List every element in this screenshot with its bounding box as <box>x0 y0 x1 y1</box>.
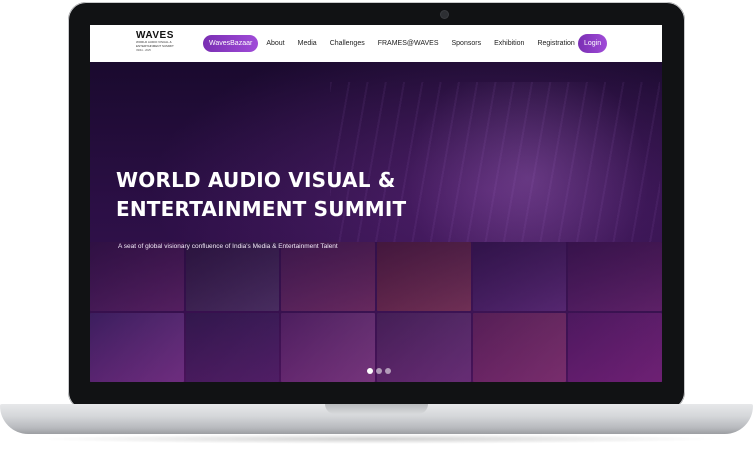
login-button[interactable]: Login <box>578 34 608 53</box>
carousel-dots <box>367 368 391 374</box>
carousel-dot-3[interactable] <box>385 368 391 374</box>
logo-footer: INDIA - 2025 <box>136 49 151 52</box>
nav-item-frames-at-waves[interactable]: FRAMES@WAVES <box>378 40 439 47</box>
top-navbar: WAVES WORLD AUDIO VISUAL & ENTERTAINMENT… <box>90 25 662 62</box>
nav-item-exhibition[interactable]: Exhibition <box>494 40 524 47</box>
camera-icon <box>441 11 448 18</box>
laptop-shadow <box>30 434 723 444</box>
hero-title: WORLD AUDIO VISUAL & ENTERTAINMENT SUMMI… <box>116 166 416 224</box>
carousel-dot-1[interactable] <box>367 368 373 374</box>
laptop-notch <box>325 404 428 414</box>
main-menu: WavesBazaar About Media Challenges FRAME… <box>203 34 588 53</box>
nav-item-sponsors[interactable]: Sponsors <box>452 40 482 47</box>
laptop-screen: WAVES WORLD AUDIO VISUAL & ENTERTAINMENT… <box>90 25 662 382</box>
nav-item-about[interactable]: About <box>266 40 284 47</box>
collage-overlay <box>90 242 662 382</box>
hero-title-line-2: ENTERTAINMENT SUMMIT <box>116 197 407 221</box>
waves-logo[interactable]: WAVES WORLD AUDIO VISUAL & ENTERTAINMENT… <box>136 31 176 57</box>
nav-item-challenges[interactable]: Challenges <box>330 40 365 47</box>
hero-banner: WORLD AUDIO VISUAL & ENTERTAINMENT SUMMI… <box>90 62 662 382</box>
nav-item-media[interactable]: Media <box>298 40 317 47</box>
hero-title-line-1: WORLD AUDIO VISUAL & <box>116 168 396 192</box>
nav-item-wavesbazaar[interactable]: WavesBazaar <box>203 35 259 52</box>
nav-item-registration[interactable]: Registration <box>537 40 574 47</box>
carousel-dot-2[interactable] <box>376 368 382 374</box>
hero-tagline: A seat of global visionary confluence of… <box>118 243 338 250</box>
logo-subtitle-line-2: ENTERTAINMENT SUMMIT <box>136 43 174 48</box>
